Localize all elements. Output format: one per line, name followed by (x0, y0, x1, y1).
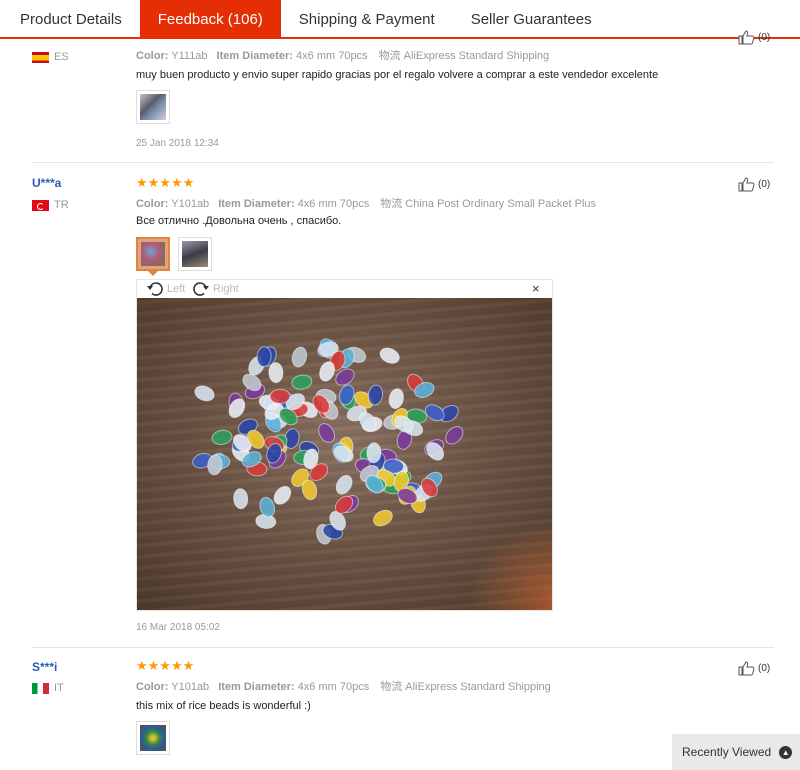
review-attributes: Color: Y101ab Item Diameter: 4x6 mm 70pcs… (136, 198, 597, 210)
review-text: muy buen producto y envio super rapido g… (136, 69, 659, 81)
review-photo-thumbnail[interactable] (136, 721, 170, 755)
review-photo (182, 241, 208, 267)
helpful-button[interactable]: (0) (738, 30, 770, 45)
review-photo-thumbnail[interactable] (136, 237, 170, 271)
bead (291, 346, 308, 368)
bead (233, 488, 249, 510)
flag-spain-icon (32, 51, 49, 63)
review-item: ES (0) Color: Y111ab Item Diameter: 4x6 m… (0, 0, 800, 163)
rotate-left-button[interactable]: Left (146, 281, 185, 297)
photo-viewer: Left Right × (136, 279, 553, 611)
bead (194, 385, 215, 402)
enlarged-review-photo (137, 298, 552, 610)
reviewer-country: IT (32, 682, 64, 694)
bead (291, 374, 313, 390)
bead (211, 429, 233, 446)
thumbs-up-icon (738, 30, 755, 45)
shipping-icon: 物流 (378, 50, 401, 62)
reviewer-name[interactable]: S***i (32, 660, 57, 674)
rotate-right-icon (193, 282, 209, 296)
bead (273, 485, 292, 505)
bead (372, 509, 393, 527)
recently-viewed-button[interactable]: Recently Viewed ▲ (672, 734, 800, 770)
thumbs-up-icon (738, 177, 755, 192)
review-text: this mix of rice beads is wonderful :) (136, 700, 311, 712)
reviewer-country: TR (32, 199, 69, 211)
beads-photo-content (192, 338, 464, 545)
helpful-button[interactable]: (0) (738, 177, 770, 192)
bead (335, 474, 353, 495)
reviewer-name[interactable]: U***a (32, 176, 61, 190)
shipping-icon: 物流 (380, 681, 403, 693)
helpful-button[interactable]: (0) (738, 661, 770, 676)
photo-viewer-toolbar: Left Right × (137, 280, 552, 298)
review-photo (140, 94, 166, 120)
bead (269, 388, 291, 404)
reviewer-country: ES (32, 51, 69, 63)
bead (445, 426, 464, 445)
bead (388, 388, 404, 409)
flag-turkey-icon (32, 199, 49, 211)
rotate-right-button[interactable]: Right (192, 281, 239, 297)
rotate-left-icon (147, 282, 163, 296)
star-rating: ★★★★★ (136, 658, 195, 673)
thumbs-up-icon (738, 661, 755, 676)
bead (379, 347, 400, 364)
chevron-up-icon: ▲ (779, 745, 793, 759)
shipping-icon: 物流 (380, 198, 403, 210)
star-rating: ★★★★★ (136, 175, 195, 190)
review-photo (140, 725, 166, 751)
review-date: 25 Jan 2018 12:34 (136, 138, 219, 149)
bead (268, 362, 284, 384)
flag-italy-icon (32, 682, 49, 694)
review-attributes: Color: Y111ab Item Diameter: 4x6 mm 70pcs… (136, 50, 550, 62)
review-date: 16 Mar 2018 05:02 (136, 622, 220, 633)
review-photo (141, 242, 165, 266)
bead (318, 423, 336, 443)
close-icon[interactable]: × (532, 281, 540, 296)
review-text: Все отлично .Довольна очень , спасибо. (136, 215, 342, 227)
review-photo-thumbnail[interactable] (136, 90, 170, 124)
selected-thumbnail-caret (148, 271, 158, 276)
review-photo-thumbnail[interactable] (178, 237, 212, 271)
review-attributes: Color: Y101ab Item Diameter: 4x6 mm 70pcs… (136, 681, 551, 693)
